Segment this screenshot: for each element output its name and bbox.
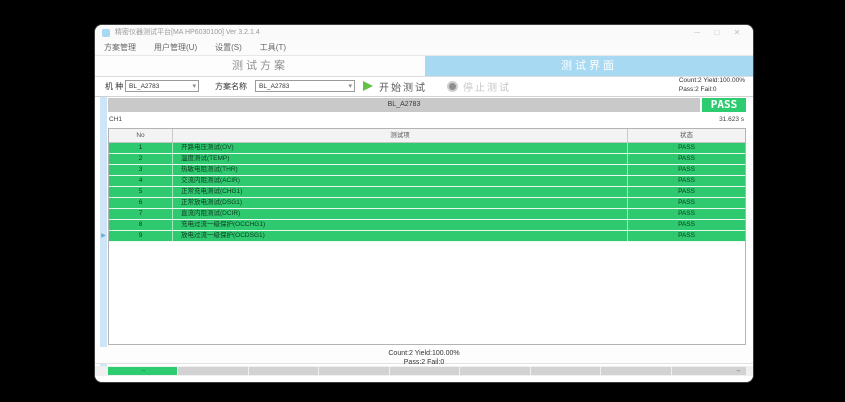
side-panel-expander[interactable]: ▶ [100,97,107,374]
header-status: 状态 [628,129,745,142]
row-item: 正常放电测试(DSG1) [173,198,628,208]
row-status: PASS [628,143,745,153]
row-no: 3 [109,165,173,175]
header-item: 测试项 [173,129,628,142]
channel-label: CH1 [109,116,122,123]
table-row[interactable]: 9 放电过流一级保护(OCDSG1) PASS [109,231,745,242]
menu-item-plan-management[interactable]: 方案管理 [95,41,145,55]
stop-test-icon [447,81,458,92]
elapsed-time: 31.623 s [719,116,744,123]
table-row[interactable]: 4 交流内阻测试(ACIR) PASS [109,176,745,187]
tab-test-interface[interactable]: 测试界面 [425,56,753,76]
table-row[interactable]: 7 直流内阻测试(DCIR) PASS [109,209,745,220]
start-test-button[interactable]: 开始测试 [379,79,427,94]
menu-bar: 方案管理 用户管理(U) 设置(S) 工具(T) [95,41,753,56]
footer-stats-line1: Count:2 Yield:100.00% [95,349,753,358]
test-table: No 测试项 状态 1 开路电压测试(OV) PASS 2 温度测试(TEMP)… [108,128,746,345]
app-window: 精密仪器测试平台[MA HP6030100] Ver 3.2.1.4 ─ □ ✕… [95,25,753,382]
table-row[interactable]: 2 温度测试(TEMP) PASS [109,154,745,165]
result-badge: PASS [702,98,746,112]
row-no: 5 [109,187,173,197]
row-status: PASS [628,220,745,230]
progress-segment [460,367,529,375]
row-item: 直流内阻测试(DCIR) [173,209,628,219]
progress-segment [390,367,459,375]
model-banner: BL_A2783 [108,98,700,112]
row-status: PASS [628,231,745,241]
menu-item-tools[interactable]: 工具(T) [251,41,295,55]
toolbar-stats-line2: Pass:2 Fail:0 [679,86,745,95]
app-icon [102,29,110,37]
progress-segment [531,367,600,375]
row-item: 温度测试(TEMP) [173,154,628,164]
chevron-down-icon: ▾ [348,81,352,93]
progress-segment-active[interactable]: → [108,367,177,375]
progress-segment [249,367,318,375]
model-select-value: BL_A2783 [129,83,159,90]
row-no: 1 [109,143,173,153]
test-table-body: 1 开路电压测试(OV) PASS 2 温度测试(TEMP) PASS 3 热敏… [109,143,745,242]
row-no: 2 [109,154,173,164]
menu-item-settings[interactable]: 设置(S) [206,41,251,55]
row-item: 放电过流一级保护(OCDSG1) [173,231,628,241]
table-header: No 测试项 状态 [109,129,745,143]
model-label: 机 种 [105,81,123,92]
row-item: 热敏电阻测试(THR) [173,165,628,175]
progress-segment [319,367,388,375]
row-status: PASS [628,176,745,186]
row-no: 9 [109,231,173,241]
title-bar: 精密仪器测试平台[MA HP6030100] Ver 3.2.1.4 ─ □ ✕ [95,25,753,41]
model-select[interactable]: BL_A2783 ▾ [125,80,199,92]
toolbar-stats-line1: Count:2 Yield:100.00% [679,77,745,86]
header-no: No [109,129,173,142]
progress-segment-end[interactable]: → [672,367,746,375]
content-area: ▶ BL_A2783 PASS CH1 31.623 s No 测试项 状态 1… [95,97,753,382]
expand-arrow-icon: ▶ [101,232,106,239]
progress-strip: →→ [95,366,753,376]
footer-stats: Count:2 Yield:100.00% Pass:2 Fail:0 [95,347,753,364]
row-no: 7 [109,209,173,219]
progress-segment [178,367,247,375]
row-status: PASS [628,165,745,175]
minimize-button[interactable]: ─ [687,25,707,41]
toolbar: 机 种 BL_A2783 ▾ 方案名称 BL_A2783 ▾ 开始测试 停止测试… [95,77,753,97]
plan-name-select-value: BL_A2783 [259,83,289,90]
row-item: 正常充电测试(CHG1) [173,187,628,197]
row-status: PASS [628,209,745,219]
table-row[interactable]: 1 开路电压测试(OV) PASS [109,143,745,154]
row-item: 开路电压测试(OV) [173,143,628,153]
row-no: 4 [109,176,173,186]
progress-segment [601,367,670,375]
row-no: 6 [109,198,173,208]
chevron-down-icon: ▾ [192,81,196,93]
table-row[interactable]: 3 热敏电阻测试(THR) PASS [109,165,745,176]
window-title: 精密仪器测试平台[MA HP6030100] Ver 3.2.1.4 [115,25,260,41]
row-status: PASS [628,187,745,197]
plan-name-select[interactable]: BL_A2783 ▾ [255,80,355,92]
table-row[interactable]: 8 充电过流一级保护(OCCHG1) PASS [109,220,745,231]
progress-bar: →→ [108,367,746,375]
maximize-button[interactable]: □ [707,25,727,41]
row-no: 8 [109,220,173,230]
plan-name-label: 方案名称 [215,81,247,92]
tab-row: 测试方案 测试界面 [95,56,753,77]
close-button[interactable]: ✕ [727,25,747,41]
row-status: PASS [628,198,745,208]
menu-item-user-management[interactable]: 用户管理(U) [145,41,206,55]
row-item: 充电过流一级保护(OCCHG1) [173,220,628,230]
toolbar-stats: Count:2 Yield:100.00% Pass:2 Fail:0 [679,77,745,94]
tab-test-plan[interactable]: 测试方案 [95,56,425,76]
stop-test-button[interactable]: 停止测试 [463,79,511,94]
table-row[interactable]: 6 正常放电测试(DSG1) PASS [109,198,745,209]
table-row[interactable]: 5 正常充电测试(CHG1) PASS [109,187,745,198]
start-test-icon[interactable] [363,81,373,91]
row-status: PASS [628,154,745,164]
row-item: 交流内阻测试(ACIR) [173,176,628,186]
